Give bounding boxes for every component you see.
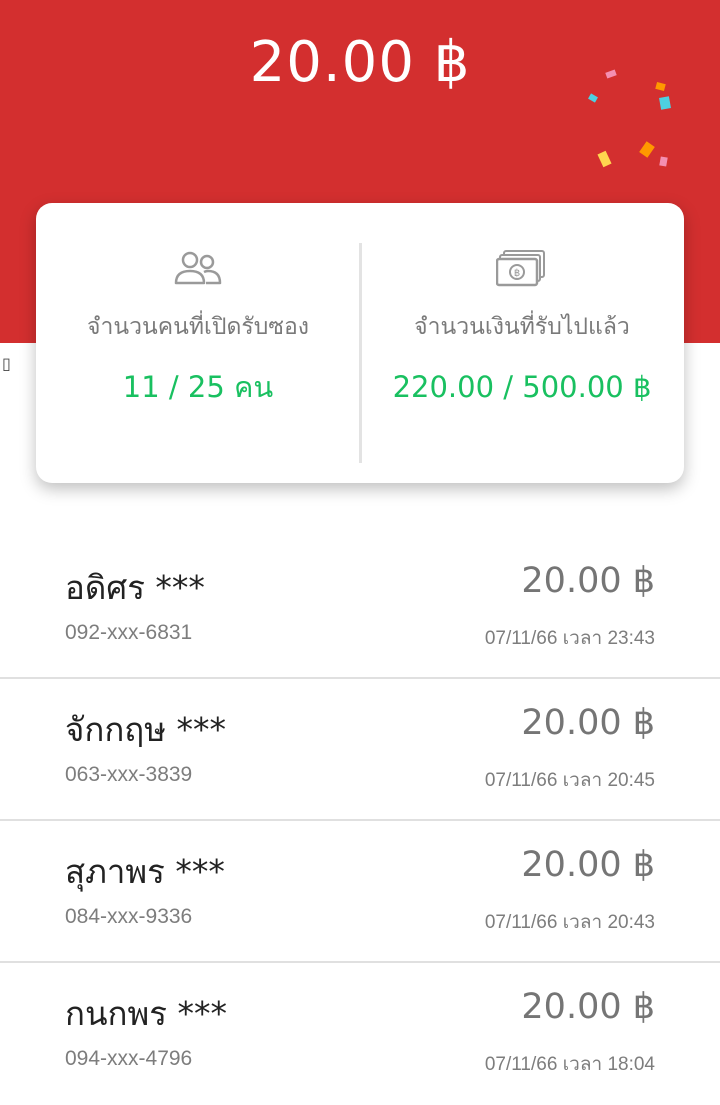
recipient-phone: 084-xxx-9336 <box>65 905 193 928</box>
total-amount: 20.00 ฿ <box>249 30 471 95</box>
recipient-phone: 063-xxx-3839 <box>65 763 193 786</box>
recipient-time: 07/11/66 เวลา 20:43 <box>484 912 655 933</box>
recipient-list: อดิศร *** 092-xxx-6831 20.00 ฿ 07/11/66 … <box>0 537 720 1105</box>
people-label: จำนวนคนที่เปิดรับซอง <box>86 314 310 340</box>
people-icon <box>36 249 360 291</box>
recipient-name: สุภาพร *** <box>65 852 225 891</box>
money-total: 220.00 / 500.00 ฿ <box>392 370 652 404</box>
people-count: 11 / 25 คน <box>122 370 274 404</box>
recipient-amount: 20.00 ฿ <box>521 987 655 1027</box>
recipient-phone: 092-xxx-6831 <box>65 621 193 644</box>
recipient-name: อดิศร *** <box>65 568 205 607</box>
list-item[interactable]: อดิศร *** 092-xxx-6831 20.00 ฿ 07/11/66 … <box>0 537 720 679</box>
recipient-name: กนกพร *** <box>65 994 227 1033</box>
recipient-time: 07/11/66 เวลา 23:43 <box>484 628 655 649</box>
recipient-amount: 20.00 ฿ <box>521 703 655 743</box>
edge-glyph: ▯ <box>2 354 11 373</box>
money-summary: ฿ จำนวนเงินที่รับไปแล้ว 220.00 / 500.00 … <box>360 203 684 483</box>
svg-text:฿: ฿ <box>514 268 520 279</box>
money-label: จำนวนเงินที่รับไปแล้ว <box>414 314 630 340</box>
summary-card: จำนวนคนที่เปิดรับซอง 11 / 25 คน ฿ จำนวนเ… <box>36 203 684 483</box>
list-item[interactable]: สุภาพร *** 084-xxx-9336 20.00 ฿ 07/11/66… <box>0 821 720 963</box>
recipient-amount: 20.00 ฿ <box>521 845 655 885</box>
list-item[interactable]: กนกพร *** 094-xxx-4796 20.00 ฿ 07/11/66 … <box>0 963 720 1105</box>
banknote-icon: ฿ <box>360 249 684 291</box>
recipient-name: จักกฤษ *** <box>65 710 227 749</box>
recipient-phone: 094-xxx-4796 <box>65 1047 193 1070</box>
people-summary: จำนวนคนที่เปิดรับซอง 11 / 25 คน <box>36 203 360 483</box>
recipient-time: 07/11/66 เวลา 18:04 <box>484 1054 655 1075</box>
recipient-amount: 20.00 ฿ <box>521 561 655 601</box>
list-item[interactable]: จักกฤษ *** 063-xxx-3839 20.00 ฿ 07/11/66… <box>0 679 720 821</box>
recipient-time: 07/11/66 เวลา 20:45 <box>484 770 655 791</box>
